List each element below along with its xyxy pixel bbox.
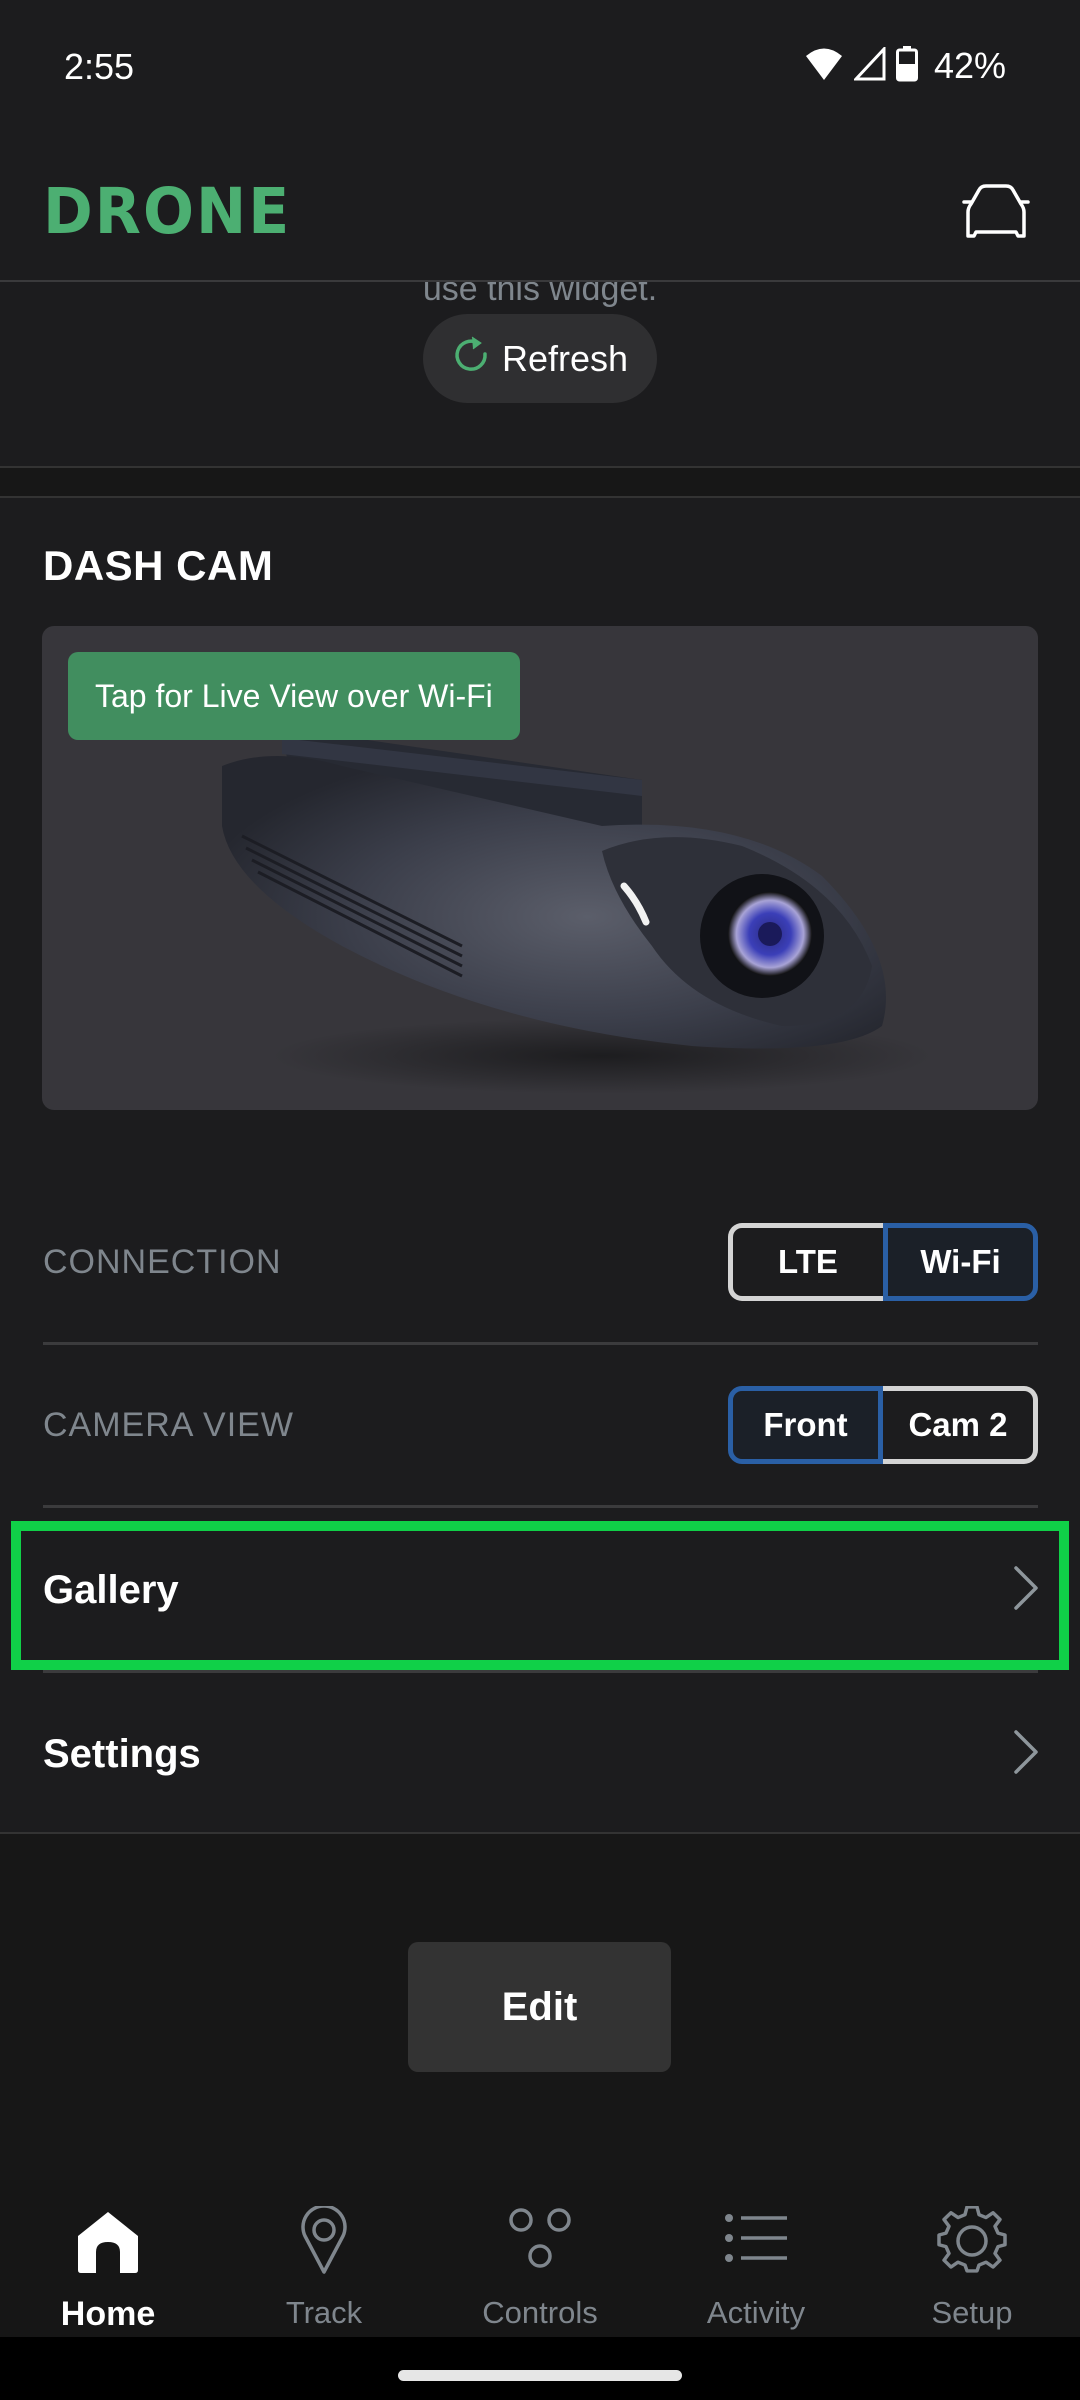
dash-cam-section: DASH CAM Tap for Live View over Wi-Fi CO…: [0, 498, 1080, 1832]
widget-hint-text: use this widget.: [422, 282, 658, 308]
app-header: DRONE: [0, 130, 1080, 282]
gear-icon: [937, 2205, 1007, 2281]
bottom-navigation: Home Track Controls Activity Setup: [0, 2180, 1080, 2337]
tab-setup[interactable]: Setup: [864, 2180, 1080, 2337]
tab-setup-label: Setup: [931, 2295, 1013, 2330]
camera-option-front[interactable]: Front: [728, 1386, 883, 1464]
live-view-card[interactable]: Tap for Live View over Wi-Fi: [42, 626, 1038, 1110]
status-time: 2:55: [64, 46, 135, 87]
widget-area: use this widget. Refresh: [0, 282, 1080, 466]
camera-view-label: CAMERA VIEW: [43, 1405, 294, 1444]
vehicle-selector-button[interactable]: [958, 182, 1034, 238]
cell-signal-icon: [852, 44, 886, 86]
connection-option-wifi[interactable]: Wi-Fi: [883, 1223, 1038, 1301]
list-icon: [721, 2206, 791, 2281]
wifi-icon: [804, 47, 844, 86]
gallery-label: Gallery: [43, 1568, 179, 1612]
connection-row: CONNECTION LTE Wi-Fi: [43, 1182, 1038, 1345]
connection-option-lte[interactable]: LTE: [728, 1223, 883, 1301]
live-view-badge[interactable]: Tap for Live View over Wi-Fi: [68, 652, 520, 740]
battery-icon: [895, 45, 918, 87]
refresh-button[interactable]: Refresh: [423, 314, 657, 403]
car-icon: [958, 184, 1034, 242]
refresh-icon: [452, 335, 490, 382]
tab-track[interactable]: Track: [216, 2180, 432, 2337]
map-pin-icon: [289, 2204, 359, 2281]
section-separator: [0, 466, 1080, 498]
status-bar: 2:55 42%: [0, 0, 1080, 130]
tab-home[interactable]: Home: [0, 2180, 216, 2337]
gallery-row[interactable]: Gallery: [43, 1511, 1038, 1673]
brand-logo: DRONE: [43, 175, 292, 249]
edit-button[interactable]: Edit: [408, 1942, 671, 2072]
connection-label: CONNECTION: [43, 1242, 282, 1281]
tab-activity-label: Activity: [706, 2295, 806, 2330]
section-title: DASH CAM: [43, 542, 274, 589]
connection-segmented-control: LTE Wi-Fi: [728, 1223, 1038, 1301]
settings-row[interactable]: Settings: [43, 1676, 1038, 1832]
tab-controls[interactable]: Controls: [432, 2180, 648, 2337]
tab-controls-label: Controls: [482, 2295, 598, 2330]
camera-option-cam2[interactable]: Cam 2: [883, 1386, 1038, 1464]
camera-view-row: CAMERA VIEW Front Cam 2: [43, 1345, 1038, 1508]
tab-track-label: Track: [285, 2295, 363, 2330]
tab-activity[interactable]: Activity: [648, 2180, 864, 2337]
controls-icon: [505, 2206, 575, 2281]
camera-view-segmented-control: Front Cam 2: [728, 1386, 1038, 1464]
chevron-right-icon: [1014, 1566, 1038, 1615]
home-gesture-indicator[interactable]: [398, 2370, 682, 2381]
battery-percent: 42%: [933, 45, 1006, 86]
home-icon: [73, 2206, 143, 2281]
status-icons: 42%: [804, 44, 1006, 87]
refresh-label: Refresh: [501, 337, 629, 379]
settings-label: Settings: [43, 1731, 201, 1776]
tab-home-label: Home: [60, 2295, 156, 2333]
chevron-right-icon: [1014, 1729, 1038, 1779]
system-navigation-bar: [0, 2337, 1080, 2400]
